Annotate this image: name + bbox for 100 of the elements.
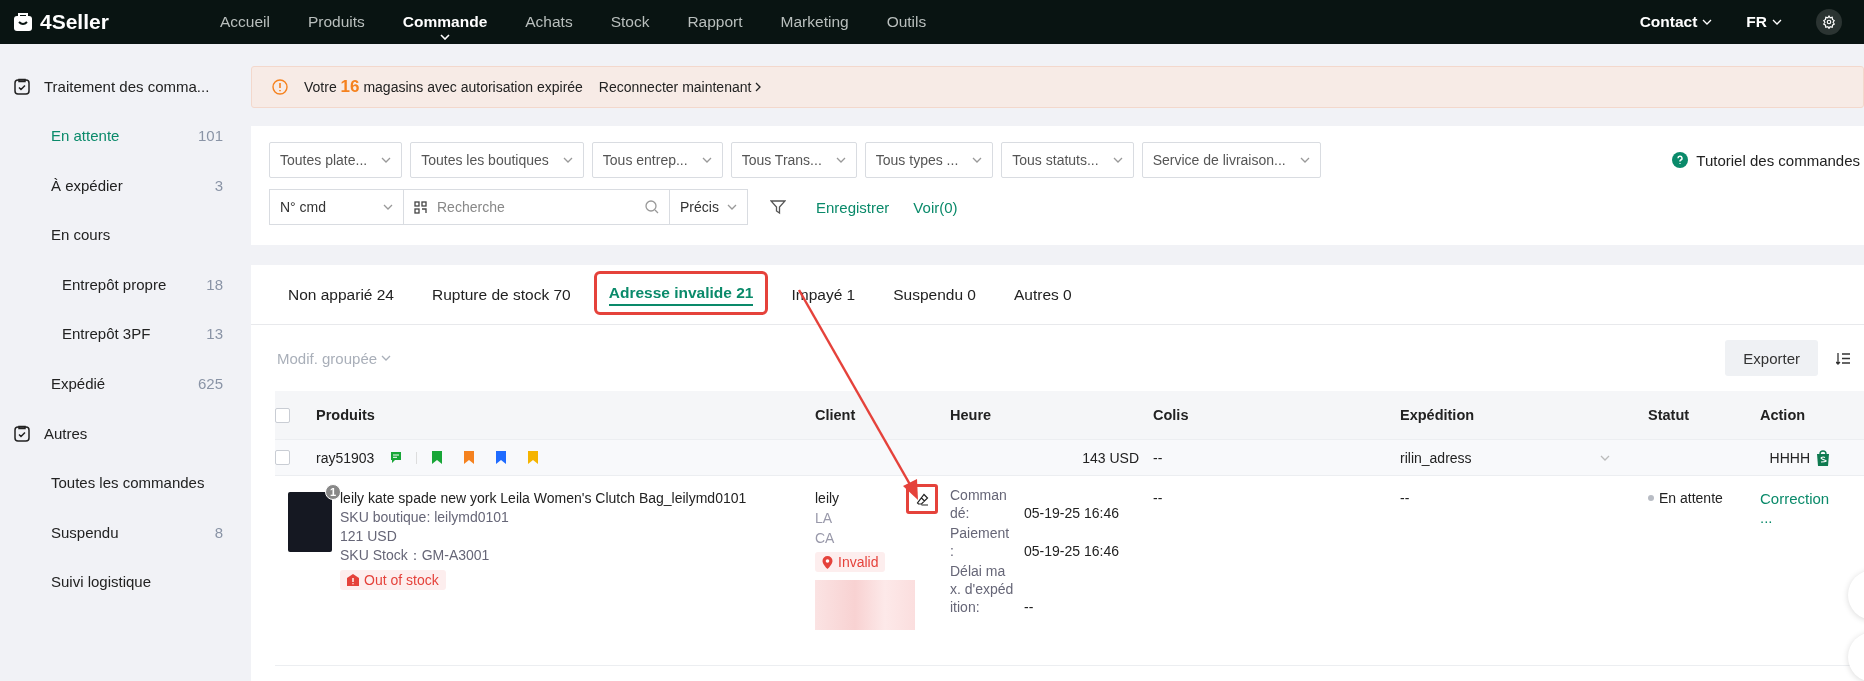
more-link[interactable]: ... (1760, 509, 1860, 526)
invalid-address-badge: Invalid (815, 552, 886, 572)
view-link[interactable]: Voir(0) (913, 198, 958, 216)
caret-icon (440, 34, 451, 40)
chevron-down-icon (1112, 157, 1123, 163)
sidebar-item[interactable]: À expédier 3 (0, 160, 251, 210)
message-icon (390, 451, 403, 464)
nav-item[interactable]: Produits (307, 0, 365, 44)
help-icon (1672, 152, 1689, 168)
filter-dropdown[interactable]: Tous entrep... (591, 142, 723, 178)
parcel-cell-text: -- (1153, 490, 1164, 506)
contact-menu[interactable]: Contact (1639, 13, 1713, 31)
settings-icon (1822, 15, 1836, 29)
nav-item[interactable]: Stock (610, 0, 650, 44)
clipboard-check-icon (14, 424, 30, 442)
chevron-down-icon (835, 157, 846, 163)
shop-sku: SKU boutique: leilymd0101 (340, 509, 510, 525)
column-header: Expédition (1400, 407, 1476, 423)
column-header: Colis (1153, 407, 1190, 423)
column-header: Statut (1648, 407, 1691, 423)
sidebar-item[interactable]: En attente 101 (0, 111, 251, 161)
chevron-down-icon (1702, 19, 1713, 25)
sidebar-item[interactable]: Entrepôt 3PF 13 (0, 309, 251, 359)
sidebar-section-title: Traitement des comma... (44, 77, 210, 95)
location-pin-icon (822, 555, 833, 569)
client-city: LA (815, 510, 834, 526)
chevron-down-icon (381, 157, 392, 163)
sidebar-item[interactable]: Suspendu 8 (0, 507, 251, 557)
flag-icon[interactable] (463, 451, 476, 464)
clipboard-check-icon (14, 77, 30, 95)
filter-dropdown[interactable]: Tous types ... (864, 142, 994, 178)
status-tab[interactable]: Adresse invalide 21 (596, 273, 766, 312)
time-value: 05-19-25 16:46 (1024, 504, 1119, 522)
status-tab[interactable]: Non apparié 24 (269, 265, 413, 324)
chevron-down-icon (1772, 19, 1782, 25)
parcel-cell-text: -- (1153, 449, 1164, 466)
save-link[interactable]: Enregistrer (816, 198, 890, 216)
out-of-stock-badge: Out of stock (340, 570, 446, 590)
alert-icon (347, 574, 359, 586)
time-label: Délai max. d'expédition: (950, 562, 1014, 616)
filter-dropdown[interactable]: Service de livraison... (1141, 142, 1321, 178)
column-header: Action (1760, 407, 1807, 423)
chevron-down-icon (562, 157, 573, 163)
row-checkbox[interactable] (275, 450, 290, 465)
settings-button[interactable] (1816, 9, 1842, 35)
chevron-down-icon (381, 355, 392, 361)
column-settings-icon (1836, 351, 1850, 365)
chevron-down-icon (1299, 157, 1310, 163)
select-all-checkbox[interactable] (275, 407, 290, 423)
filter-dropdown[interactable]: Tous Trans... (730, 142, 857, 178)
store-name: ray51903 (316, 449, 375, 466)
nav-item[interactable]: Achats (525, 0, 573, 44)
filter-button[interactable] (770, 199, 786, 215)
sidebar-item[interactable]: Expédié 625 (0, 358, 251, 408)
client-state: CA (815, 530, 836, 546)
warning-icon (272, 79, 288, 95)
chevron-down-icon (972, 157, 983, 163)
time-label: Paiement : (950, 524, 1011, 560)
column-header: Client (815, 407, 857, 423)
nav-item[interactable]: Accueil (220, 0, 270, 44)
nav-item[interactable]: Outils (886, 0, 927, 44)
warning-message: Votre 16 magasins avec autorisation expirée (304, 77, 583, 97)
nav-item[interactable]: Marketing (780, 0, 849, 44)
shop-icon (1816, 449, 1830, 466)
filter-dropdown[interactable]: Toutes les boutiques (410, 142, 584, 178)
stock-sku: SKU Stock：GM-A3001 (340, 547, 491, 565)
sidebar-item[interactable]: Toutes les commandes (0, 458, 251, 508)
time-value: 05-19-25 16:46 (1024, 542, 1119, 560)
export-button[interactable]: Exporter (1725, 340, 1818, 376)
flag-icon[interactable] (495, 451, 508, 464)
correction-link[interactable]: Correction (1760, 490, 1860, 507)
flag-icon[interactable] (431, 451, 444, 464)
sidebar-item[interactable]: Entrepôt propre 18 (0, 259, 251, 309)
logo-text: 4Seller (40, 10, 109, 34)
status-text: En attente (1659, 490, 1723, 506)
sidebar-item[interactable]: Suivi logistique (0, 557, 251, 607)
eraser-icon (915, 492, 929, 506)
nav-item[interactable]: Rapport (687, 0, 743, 44)
filter-dropdown[interactable]: Tous statuts... (1001, 142, 1134, 178)
status-tab[interactable]: Autres 0 (995, 265, 1091, 324)
sidebar-section-title: Autres (44, 424, 88, 442)
product-title: leily kate spade new york Leila Women's Clutch Bag_leilymd0101 (340, 490, 747, 506)
quantity-badge: 1 (325, 484, 341, 500)
language-menu[interactable]: FR (1746, 13, 1782, 31)
status-tab[interactable]: Rupture de stock 70 (413, 265, 590, 324)
shop-name: HHHH (1769, 449, 1810, 466)
nav-item[interactable]: Commande (402, 0, 488, 44)
shipping-select[interactable]: rilin_adress (1378, 449, 1648, 466)
column-header: Produits (316, 407, 376, 423)
tutorial-link[interactable]: Tutoriel des commandes (1672, 151, 1864, 169)
reconnect-link[interactable]: Reconnecter maintenant (598, 79, 762, 95)
client-name: leily (815, 490, 840, 506)
filter-dropdown[interactable]: Toutes plate... (269, 142, 403, 178)
time-value: -- (1024, 598, 1034, 616)
sidebar-item[interactable]: En cours (0, 210, 251, 260)
chevron-right-icon (755, 82, 762, 92)
product-price: 121 USD (340, 528, 398, 544)
logo-icon (12, 11, 34, 33)
shipping-cell-text: -- (1400, 490, 1411, 506)
status-tab[interactable]: Suspendu 0 (874, 265, 995, 324)
